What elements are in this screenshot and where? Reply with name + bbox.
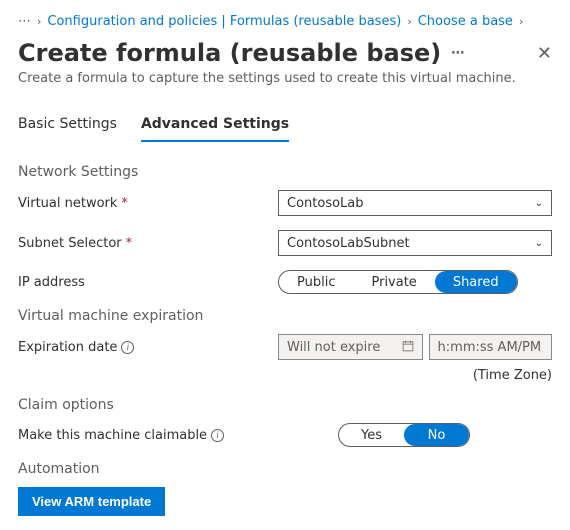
ip-label: IP address	[18, 275, 278, 290]
expiration-date-value: Will not expire	[287, 340, 380, 355]
vnet-value: ContosoLab	[287, 196, 364, 211]
breadcrumb: ⋯ › Configuration and policies | Formula…	[18, 14, 552, 29]
chevron-right-icon: ›	[37, 15, 41, 28]
subnet-label: Subnet Selector*	[18, 236, 278, 251]
ip-address-selector: Public Private Shared	[278, 270, 518, 294]
info-icon[interactable]: i	[211, 429, 224, 442]
section-network: Network Settings	[18, 164, 552, 180]
page-subtitle: Create a formula to capture the settings…	[18, 71, 552, 86]
calendar-icon	[402, 340, 414, 355]
more-icon[interactable]: ⋯	[451, 46, 466, 61]
view-arm-template-button[interactable]: View ARM template	[18, 487, 165, 516]
subnet-value: ContosoLabSubnet	[287, 236, 410, 251]
breadcrumb-ellipsis[interactable]: ⋯	[18, 14, 31, 29]
page-title: Create formula (reusable base)	[18, 39, 441, 67]
chevron-down-icon: ⌄	[535, 198, 543, 209]
title-row: Create formula (reusable base) ⋯ ✕	[18, 39, 552, 67]
expdate-label: Expiration date i	[18, 340, 278, 355]
tab-basic-settings[interactable]: Basic Settings	[18, 112, 117, 142]
section-expiration: Virtual machine expiration	[18, 308, 552, 324]
chevron-down-icon: ⌄	[535, 238, 543, 249]
section-automation: Automation	[18, 461, 552, 477]
info-icon[interactable]: i	[121, 341, 134, 354]
vnet-label: Virtual network*	[18, 196, 278, 211]
section-claim: Claim options	[18, 397, 552, 413]
claimable-no[interactable]: No	[404, 424, 469, 446]
claimable-yes[interactable]: Yes	[339, 424, 404, 446]
claimable-toggle: Yes No	[338, 423, 470, 447]
ip-option-private[interactable]: Private	[353, 271, 434, 293]
close-icon[interactable]: ✕	[537, 43, 552, 64]
ip-option-public[interactable]: Public	[279, 271, 353, 293]
tab-advanced-settings[interactable]: Advanced Settings	[141, 112, 289, 142]
timezone-label: (Time Zone)	[18, 368, 552, 383]
subnet-select[interactable]: ContosoLabSubnet ⌄	[278, 230, 552, 256]
claim-label: Make this machine claimable i	[18, 428, 278, 443]
chevron-right-icon: ›	[407, 15, 411, 28]
breadcrumb-config-policies[interactable]: Configuration and policies | Formulas (r…	[47, 14, 401, 29]
ip-option-shared[interactable]: Shared	[435, 271, 517, 293]
tabs: Basic Settings Advanced Settings	[18, 112, 552, 142]
vnet-select[interactable]: ContosoLab ⌄	[278, 190, 552, 216]
expiration-time-input[interactable]: h:mm:ss AM/PM	[429, 334, 552, 360]
expiration-time-placeholder: h:mm:ss AM/PM	[438, 340, 542, 355]
expiration-date-input[interactable]: Will not expire	[278, 334, 423, 360]
breadcrumb-choose-base[interactable]: Choose a base	[418, 14, 513, 29]
chevron-right-icon: ›	[519, 15, 523, 28]
